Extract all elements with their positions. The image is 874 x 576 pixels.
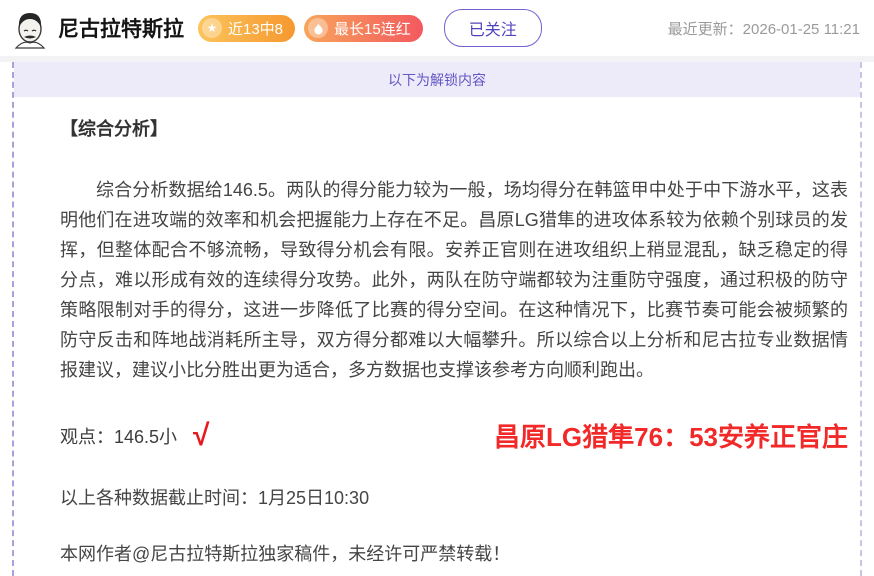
data-deadline: 以上各种数据截止时间：1月25日10:30 bbox=[60, 484, 848, 510]
hit-rate-label: 近13中8 bbox=[228, 18, 283, 39]
viewpoint-row: 观点：146.5小 √ 昌原LG猎隼76：53安养正官庄 bbox=[60, 417, 848, 454]
avatar[interactable] bbox=[10, 7, 50, 49]
star-icon: ★ bbox=[202, 18, 222, 38]
article-title: 【综合分析】 bbox=[60, 115, 848, 141]
hit-rate-badge: ★ 近13中8 bbox=[198, 15, 295, 42]
viewpoint-value: 观点：146.5小 bbox=[60, 423, 177, 449]
author-name: 尼古拉特斯拉 bbox=[58, 13, 184, 43]
analysis-paragraph: 综合分析数据给146.5。两队的得分能力较为一般，场均得分在韩篮甲中处于中下游水… bbox=[60, 175, 848, 385]
analysis-article: 【综合分析】 综合分析数据给146.5。两队的得分能力较为一般，场均得分在韩篮甲… bbox=[14, 97, 860, 576]
author-header: 尼古拉特斯拉 ★ 近13中8 最长15连红 已关注 最近更新：2026-01-2… bbox=[0, 0, 874, 56]
unlocked-content-panel: 以下为解锁内容 【综合分析】 综合分析数据给146.5。两队的得分能力较为一般，… bbox=[12, 62, 862, 576]
flame-icon bbox=[308, 18, 328, 38]
streak-label: 最长15连红 bbox=[334, 18, 411, 39]
streak-badge: 最长15连红 bbox=[304, 15, 423, 42]
followed-button[interactable]: 已关注 bbox=[444, 9, 542, 47]
final-score: 昌原LG猎隼76：53安养正官庄 bbox=[494, 417, 848, 454]
last-update-time: 最近更新：2026-01-25 11:21 bbox=[668, 18, 860, 39]
unlock-banner: 以下为解锁内容 bbox=[14, 62, 860, 97]
check-icon: √ bbox=[193, 421, 209, 451]
copyright-notice: 本网作者@尼古拉特斯拉独家稿件，未经许可严禁转载！ bbox=[60, 540, 848, 566]
